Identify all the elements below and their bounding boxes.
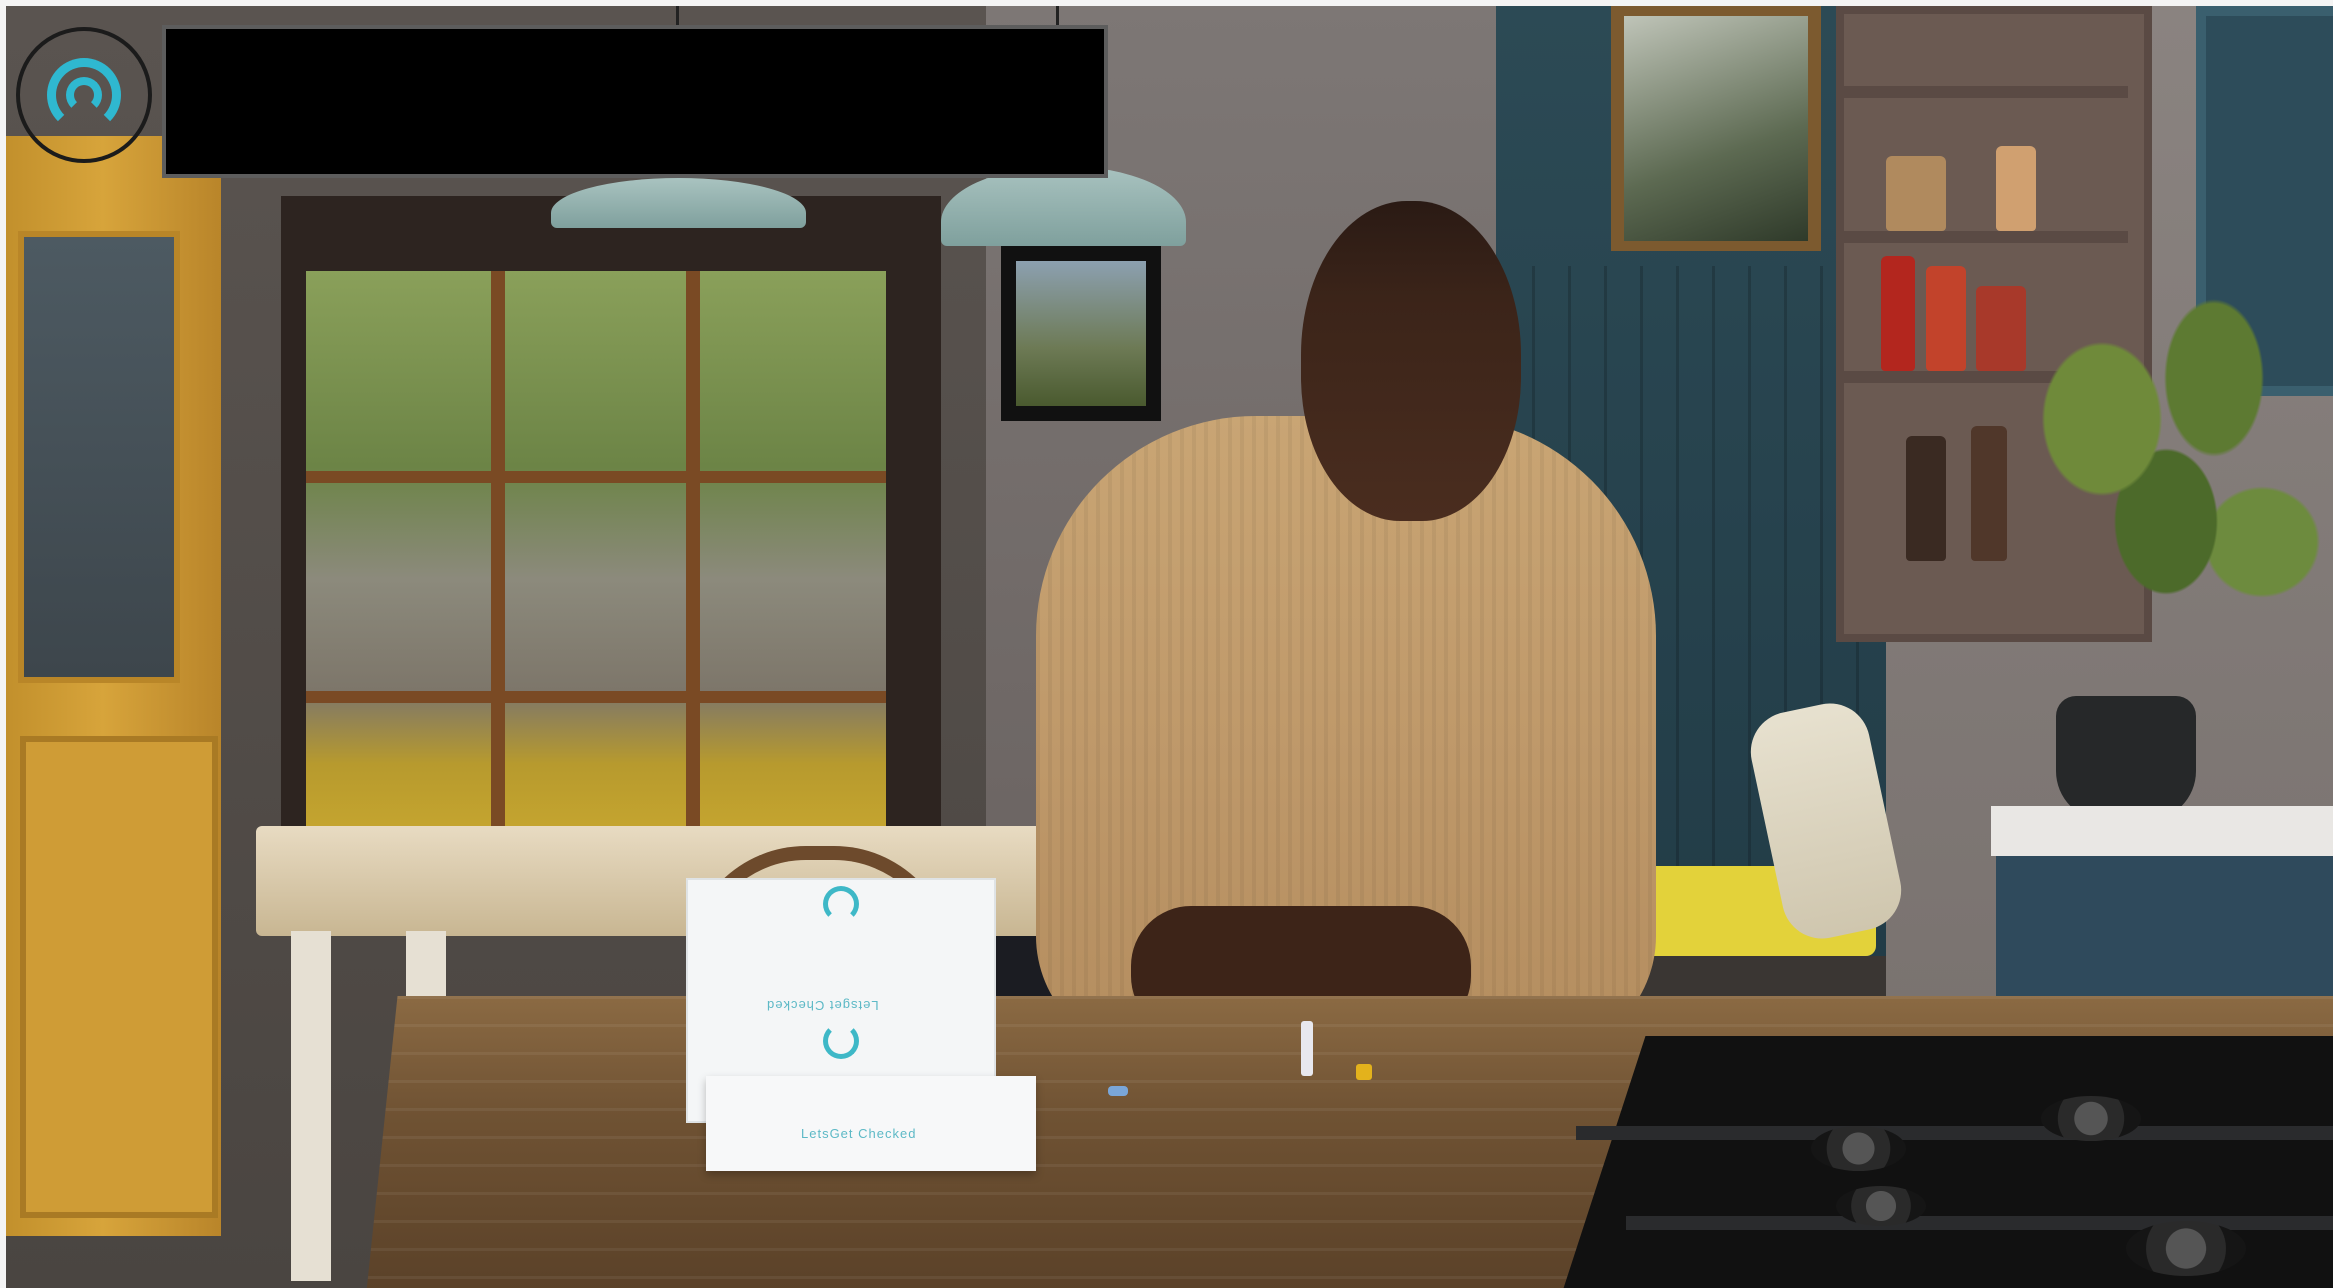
marble-counter-top — [1991, 806, 2333, 856]
window-mullion — [306, 471, 886, 483]
person-head — [1301, 201, 1521, 521]
collection-tube — [1301, 1021, 1313, 1076]
hob-grate — [1576, 1126, 2333, 1140]
redacted-title-bar — [162, 25, 1108, 178]
hob-burner — [2041, 1096, 2141, 1141]
kit-brand-text: Letsget Checked — [766, 998, 879, 1013]
hob-burner — [1836, 1186, 1926, 1226]
test-kit-box-base: LetsGet Checked — [706, 1076, 1036, 1171]
spice-jar — [1881, 256, 1915, 371]
signal-ring-inner — [66, 77, 102, 113]
cabinet-lower-door — [20, 736, 218, 1218]
hob-burner — [1811, 1126, 1906, 1171]
kit-logo-icon — [823, 1023, 859, 1059]
signal-ring-icon — [47, 58, 121, 132]
house-plant — [2006, 296, 2326, 706]
tube-cap — [1356, 1064, 1372, 1080]
window-garden-view — [306, 271, 886, 831]
shelf-board — [1844, 231, 2128, 243]
spice-jar — [1996, 146, 2036, 231]
window-mullion — [686, 271, 700, 831]
window-mullion — [306, 691, 886, 703]
bottle — [1906, 436, 1946, 561]
window-mullion — [491, 271, 505, 831]
kit-brand-text: LetsGet Checked — [801, 1126, 917, 1141]
lancet-cap — [1108, 1086, 1128, 1096]
cabinet-glass-door — [18, 231, 180, 683]
kit-logo-icon — [823, 886, 859, 922]
video-frame[interactable]: Letsget Checked LetsGet Checked — [6, 6, 2333, 1288]
plant-pot — [2056, 696, 2196, 821]
wall-painting-canvas — [1624, 16, 1808, 241]
table-leg — [291, 931, 331, 1281]
brand-badge[interactable] — [16, 27, 152, 163]
shelf-board — [1844, 86, 2128, 98]
spice-jar — [1886, 156, 1946, 231]
spice-jar — [1926, 266, 1966, 371]
hob-burner — [2126, 1221, 2246, 1276]
bottle — [1971, 426, 2007, 561]
wall-painting-canvas — [1016, 261, 1146, 406]
